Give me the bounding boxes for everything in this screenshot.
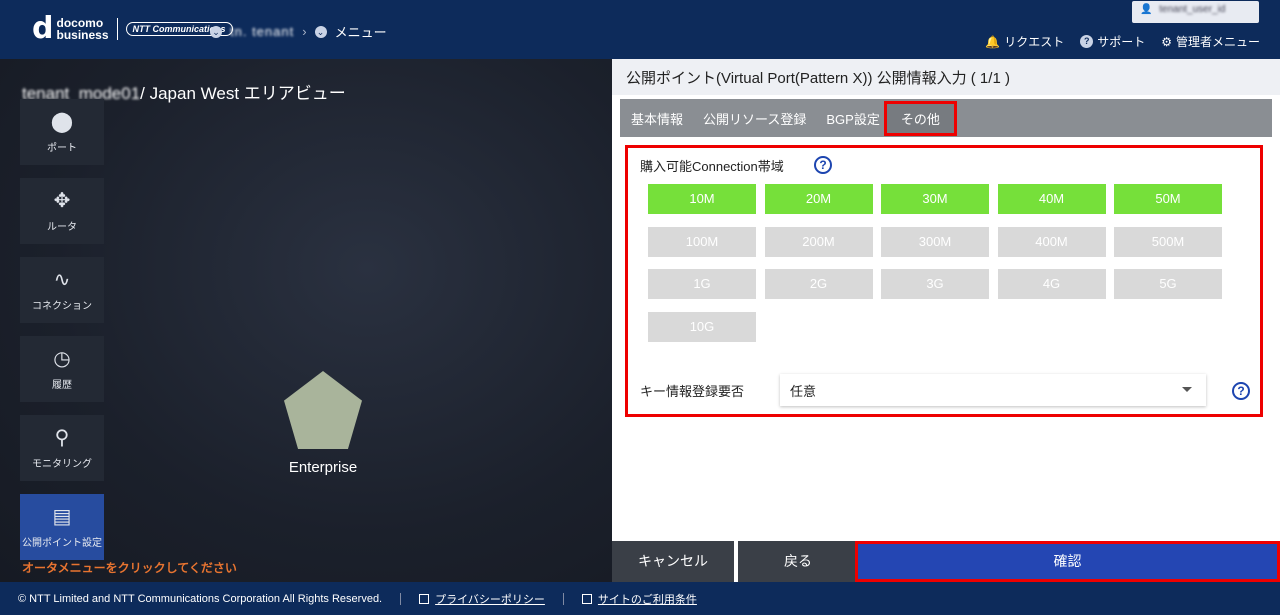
- side-item-label: ポート: [47, 142, 77, 154]
- side-menu: ⬤ ポート ✥ ルータ ∿ コネクション ◷ 履歴 ⚲ モニタリング ▤ 公開ポ…: [20, 99, 104, 573]
- logo-wordmark: docomo business: [56, 17, 108, 41]
- side-item-port[interactable]: ⬤ ポート: [20, 99, 104, 165]
- user-name: tenant_user_id: [1159, 4, 1226, 15]
- public-info-panel: 公開ポイント(Virtual Port(Pattern X)) 公開情報入力 (…: [612, 59, 1280, 582]
- side-item-label: ルータ: [47, 221, 77, 233]
- bandwidth-option-20m[interactable]: 20M: [764, 184, 873, 214]
- footer-divider: [400, 592, 402, 605]
- copyright-text: © NTT Limited and NTT Communications Cor…: [18, 592, 383, 605]
- chevron-right-icon: ›: [302, 24, 307, 39]
- router-icon: ✥: [53, 189, 71, 212]
- footer: © NTT Limited and NTT Communications Cor…: [0, 582, 1280, 615]
- help-icon[interactable]: ?: [1232, 382, 1250, 400]
- area-map-view[interactable]: tenant_mode01/ Japan West エリアビュー ⬤ ポート ✥…: [0, 59, 612, 582]
- caret-down-icon: [1182, 387, 1192, 392]
- area-title: / Japan West エリアビュー: [140, 84, 346, 103]
- port-icon: ⬤: [50, 110, 74, 133]
- side-item-label: コネクション: [32, 300, 92, 312]
- chevron-down-icon[interactable]: ⌄: [210, 25, 222, 38]
- support-label: サポート: [1097, 35, 1146, 49]
- breadcrumb: ⌄ tn. tenant › ⌄ メニュー: [210, 22, 387, 41]
- tab-public-resource[interactable]: 公開リソース登録: [703, 101, 806, 136]
- logo-d-mark: d: [32, 11, 54, 46]
- top-nav: 🔔 リクエスト ? サポート ⚙ 管理者メニュー: [985, 33, 1260, 50]
- cancel-button[interactable]: キャンセル: [612, 541, 734, 582]
- bandwidth-option-5g[interactable]: 5G: [1114, 269, 1222, 299]
- public-point-icon: ▤: [52, 505, 72, 528]
- side-item-router[interactable]: ✥ ルータ: [20, 178, 104, 244]
- side-item-connection[interactable]: ∿ コネクション: [20, 257, 104, 323]
- back-button[interactable]: 戻る: [738, 541, 858, 582]
- bandwidth-option-1g[interactable]: 1G: [648, 269, 756, 299]
- bandwidth-option-10g[interactable]: 10G: [648, 311, 756, 342]
- side-item-public-point[interactable]: ▤ 公開ポイント設定: [20, 494, 104, 560]
- privacy-policy-label: プライバシーポリシー: [435, 593, 545, 606]
- connection-icon: ∿: [53, 268, 71, 291]
- external-link-icon: [581, 593, 592, 604]
- bell-icon: 🔔: [985, 34, 1001, 49]
- side-item-label: モニタリング: [32, 458, 92, 470]
- gear-icon: ⚙: [1161, 34, 1172, 49]
- privacy-policy-link[interactable]: プライバシーポリシー: [419, 591, 545, 607]
- bandwidth-option-400m[interactable]: 400M: [997, 226, 1106, 257]
- bandwidth-option-200m[interactable]: 200M: [764, 226, 873, 257]
- help-icon[interactable]: ?: [814, 156, 832, 174]
- support-link[interactable]: ? サポート: [1080, 33, 1145, 50]
- tab-other[interactable]: その他: [883, 100, 957, 136]
- side-item-label: 公開ポイント設定: [22, 537, 102, 549]
- enterprise-label: Enterprise: [288, 459, 358, 476]
- external-link-icon: [419, 593, 430, 604]
- side-item-label: 履歴: [52, 379, 72, 391]
- logo-line-2: business: [56, 28, 109, 42]
- question-icon: ?: [1080, 35, 1094, 48]
- bandwidth-option-2g[interactable]: 2G: [764, 269, 873, 299]
- admin-menu-label: 管理者メニュー: [1175, 35, 1260, 49]
- bandwidth-option-40m[interactable]: 40M: [997, 184, 1106, 214]
- docomo-business-logo[interactable]: d docomo business NTT Communications: [32, 14, 233, 44]
- side-item-history[interactable]: ◷ 履歴: [20, 336, 104, 402]
- breadcrumb-tenant[interactable]: tn. tenant: [230, 24, 294, 39]
- key-info-value: 任意: [790, 384, 817, 399]
- hint-text: オータメニューをクリックしてください: [22, 561, 237, 575]
- admin-menu-link[interactable]: ⚙ 管理者メニュー: [1161, 33, 1260, 50]
- user-icon: 👤: [1140, 4, 1153, 15]
- terms-label: サイトのご利用条件: [597, 593, 697, 606]
- footer-divider: [562, 592, 564, 605]
- confirm-button[interactable]: 確認: [855, 541, 1280, 582]
- pentagon-icon: [284, 371, 362, 449]
- other-settings-section: 購入可能Connection帯域 ? 10M 20M 30M 40M 50M 1…: [625, 145, 1263, 417]
- bandwidth-option-50m[interactable]: 50M: [1114, 184, 1222, 214]
- bandwidth-option-100m[interactable]: 100M: [648, 226, 756, 257]
- side-item-monitoring[interactable]: ⚲ モニタリング: [20, 415, 104, 481]
- bandwidth-option-30m[interactable]: 30M: [881, 184, 989, 214]
- bandwidth-option-3g[interactable]: 3G: [881, 269, 989, 299]
- breadcrumb-menu[interactable]: メニュー: [335, 22, 387, 41]
- bandwidth-option-300m[interactable]: 300M: [881, 226, 989, 257]
- bandwidth-option-500m[interactable]: 500M: [1114, 226, 1222, 257]
- terms-link[interactable]: サイトのご利用条件: [581, 591, 697, 607]
- bandwidth-option-4g[interactable]: 4G: [997, 269, 1106, 299]
- top-header: d docomo business NTT Communications ⌄ t…: [0, 0, 1280, 59]
- panel-title: 公開ポイント(Virtual Port(Pattern X)) 公開情報入力 (…: [612, 59, 1280, 95]
- key-info-label: キー情報登録要否: [640, 384, 745, 399]
- request-label: リクエスト: [1004, 35, 1065, 49]
- bandwidth-label: 購入可能Connection帯域: [640, 159, 784, 174]
- bandwidth-options: 10M 20M 30M 40M 50M 100M 200M 300M 400M …: [648, 184, 1222, 342]
- chevron-down-icon[interactable]: ⌄: [314, 25, 327, 38]
- logo-divider: [116, 18, 118, 40]
- request-link[interactable]: 🔔 リクエスト: [985, 33, 1064, 50]
- key-info-select[interactable]: 任意: [780, 374, 1206, 406]
- enterprise-node[interactable]: Enterprise: [284, 371, 362, 476]
- tab-bgp-settings[interactable]: BGP設定: [826, 101, 879, 136]
- tab-bar: 基本情報 公開リソース登録 BGP設定 その他: [620, 99, 1272, 137]
- user-account[interactable]: 👤 tenant_user_id: [1132, 1, 1259, 23]
- monitoring-icon: ⚲: [54, 426, 70, 449]
- bandwidth-option-10m[interactable]: 10M: [648, 184, 756, 214]
- tab-basic-info[interactable]: 基本情報: [631, 101, 683, 136]
- history-icon: ◷: [53, 347, 71, 370]
